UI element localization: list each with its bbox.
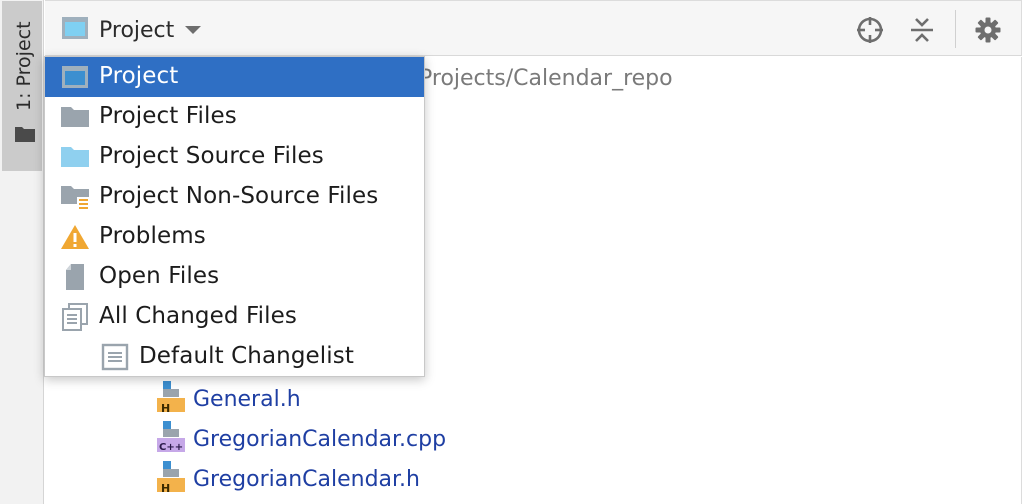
file-name: General.h [193, 386, 301, 412]
menu-item-label: Project Source Files [99, 143, 324, 169]
view-title: Project [99, 17, 175, 43]
gear-icon[interactable] [973, 15, 1003, 45]
menu-item-project-source-files[interactable]: Project Source Files [45, 137, 424, 177]
file-type-badge: H [161, 402, 171, 415]
chevron-down-icon [184, 21, 202, 40]
menu-item-default-changelist[interactable]: Default Changelist [45, 337, 424, 377]
menu-item-project-non-source-files[interactable]: Project Non-Source Files [45, 177, 424, 217]
non-source-folder-icon [60, 184, 90, 210]
source-folder-icon [60, 144, 90, 170]
warning-icon [60, 224, 90, 250]
menu-item-label: Default Changelist [139, 343, 354, 369]
project-root-path: Projects/Calendar_repo [419, 66, 673, 91]
view-selector-dropdown[interactable]: Project [61, 13, 202, 47]
menu-item-project[interactable]: Project [45, 57, 424, 97]
file-name: GregorianCalendar.h [193, 466, 420, 492]
project-tool-window-tab[interactable]: 1: Project [2, 1, 42, 171]
tool-window-stripe: 1: Project [0, 0, 44, 504]
toolbar-divider [955, 10, 956, 48]
project-tab-label: 1: Project [13, 21, 35, 111]
project-window-icon [61, 16, 89, 44]
project-toolbar: Project [45, 0, 1022, 56]
project-window-icon [60, 64, 90, 90]
tree-file-row[interactable]: H General.h [157, 381, 301, 417]
changed-files-icon [60, 303, 90, 331]
header-file-icon: H [157, 461, 185, 497]
cpp-file-icon: C++ [157, 421, 185, 457]
menu-item-project-files[interactable]: Project Files [45, 97, 424, 137]
menu-item-label: Problems [99, 223, 206, 249]
changelist-icon [100, 343, 130, 371]
menu-item-label: Project Non-Source Files [99, 183, 379, 209]
file-type-badge: C++ [159, 442, 184, 453]
tree-file-row[interactable]: H GregorianCalendar.h [157, 461, 420, 497]
view-mode-popup: Project Project Files Project Source Fil… [44, 56, 425, 377]
menu-item-label: Project Files [99, 103, 237, 129]
menu-item-all-changed-files[interactable]: All Changed Files [45, 297, 424, 337]
file-name: GregorianCalendar.cpp [193, 426, 447, 452]
menu-item-open-files[interactable]: Open Files [45, 257, 424, 297]
folder-icon [14, 125, 36, 147]
header-file-icon: H [157, 381, 185, 417]
menu-item-label: Project [99, 63, 179, 89]
menu-item-label: All Changed Files [99, 303, 297, 329]
collapse-all-icon[interactable] [907, 15, 937, 45]
file-icon [60, 264, 90, 290]
menu-item-label: Open Files [99, 263, 220, 289]
menu-item-problems[interactable]: Problems [45, 217, 424, 257]
locate-target-icon[interactable] [855, 15, 885, 45]
folder-icon [60, 104, 90, 130]
file-type-badge: H [161, 482, 171, 495]
tree-file-row[interactable]: C++ GregorianCalendar.cpp [157, 421, 447, 457]
